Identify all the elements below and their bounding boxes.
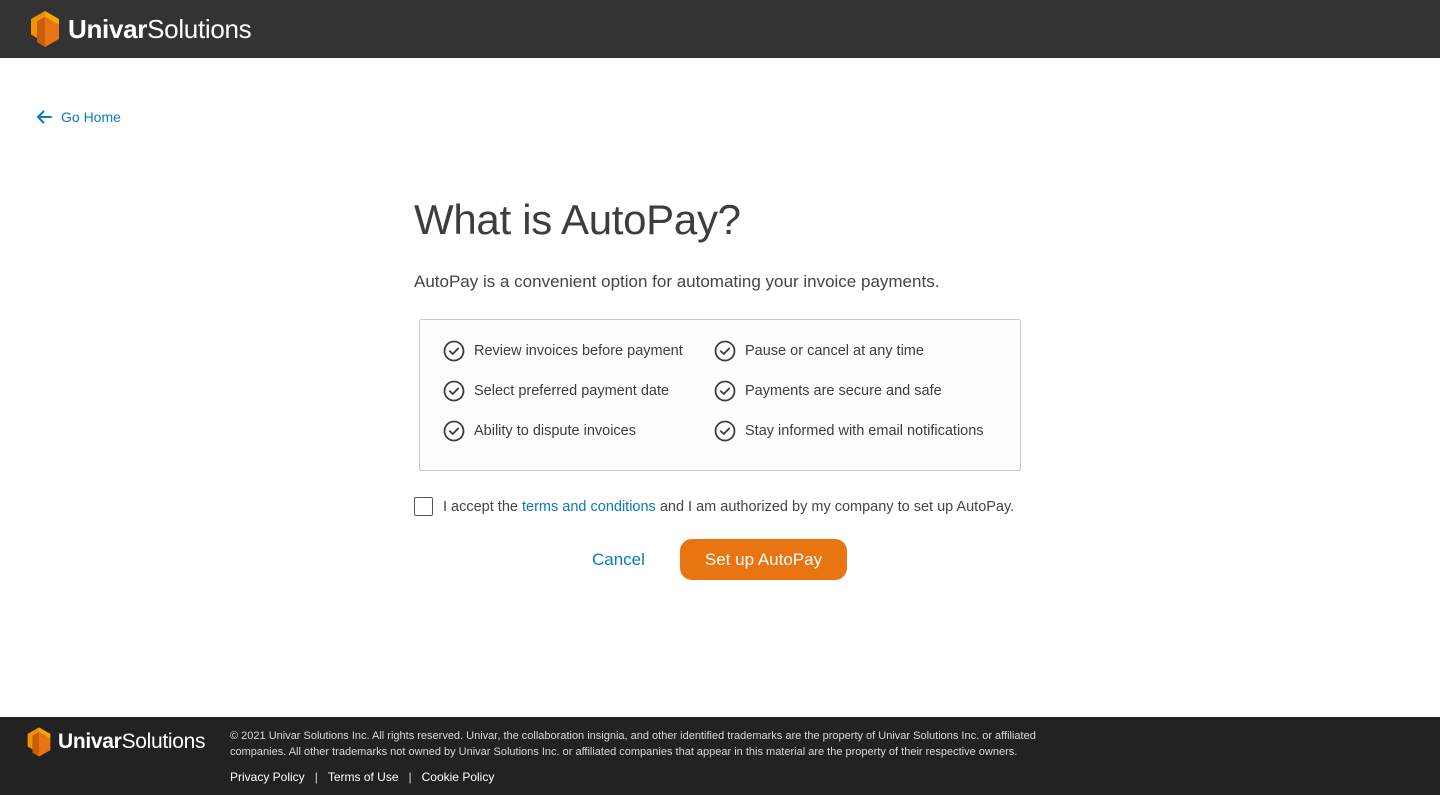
footer-logo-wordmark: UnivarSolutions	[58, 730, 206, 753]
page-title: What is AutoPay?	[414, 196, 741, 243]
check-circle-icon	[714, 380, 736, 402]
accept-terms-checkbox[interactable]	[414, 497, 433, 516]
check-circle-icon	[443, 340, 465, 362]
benefit-item: Review invoices before payment	[443, 340, 714, 362]
univar-logo[interactable]: UnivarSolutions	[29, 11, 252, 47]
benefit-label: Pause or cancel at any time	[745, 343, 924, 359]
go-home-label: Go Home	[61, 109, 121, 125]
benefits-grid: Review invoices before payment Pause or c…	[443, 340, 1020, 442]
privacy-policy-link[interactable]: Privacy Policy	[230, 770, 305, 784]
benefit-item: Stay informed with email notifications	[714, 420, 1004, 442]
benefit-label: Payments are secure and safe	[745, 383, 942, 399]
benefit-label: Stay informed with email notifications	[745, 423, 984, 439]
check-circle-icon	[714, 340, 736, 362]
accept-terms-prefix: I accept the	[443, 498, 522, 515]
univar-cube-logo-icon	[27, 727, 51, 757]
page-subtitle: AutoPay is a convenient option for autom…	[414, 272, 940, 291]
benefit-item: Ability to dispute invoices	[443, 420, 714, 442]
check-circle-icon	[714, 420, 736, 442]
footer-univar-logo[interactable]: UnivarSolutions	[26, 727, 206, 757]
go-home-link[interactable]: Go Home	[35, 108, 121, 126]
check-circle-icon	[443, 420, 465, 442]
autopay-info: What is AutoPay? AutoPay is a convenient…	[414, 195, 1034, 580]
benefit-label: Review invoices before payment	[474, 343, 683, 359]
legal-line-2: companies. All other trademarks not owne…	[230, 746, 1018, 758]
accept-terms-suffix: and I am authorized by my company to set…	[655, 498, 1015, 515]
benefit-label: Ability to dispute invoices	[474, 423, 636, 439]
benefit-item: Select preferred payment date	[443, 380, 714, 402]
legal-line-1: © 2021 Univar Solutions Inc. All rights …	[230, 730, 1036, 742]
top-header: UnivarSolutions	[0, 0, 1440, 58]
benefit-item: Pause or cancel at any time	[714, 340, 1004, 362]
check-circle-icon	[443, 380, 465, 402]
footer-separator: |	[408, 770, 412, 784]
footer-links: Privacy Policy | Terms of Use | Cookie P…	[230, 770, 494, 784]
logo-wordmark: UnivarSolutions	[68, 13, 252, 44]
terms-of-use-link[interactable]: Terms of Use	[328, 770, 399, 784]
accept-terms-row: I accept the terms and conditions and I …	[414, 497, 1014, 516]
terms-and-conditions-link[interactable]: terms and conditions	[522, 499, 656, 515]
footer-separator: |	[314, 770, 318, 784]
action-buttons: Cancel Set up AutoPay	[414, 539, 1034, 580]
univar-cube-logo-icon	[31, 11, 59, 47]
cookie-policy-link[interactable]: Cookie Policy	[422, 770, 495, 784]
benefit-item: Payments are secure and safe	[714, 380, 1004, 402]
benefit-label: Select preferred payment date	[474, 383, 670, 399]
arrow-left-icon	[37, 110, 52, 124]
cancel-button[interactable]: Cancel	[592, 539, 645, 580]
page-footer: UnivarSolutions © 2021 Univar Solutions …	[0, 717, 1440, 795]
set-up-autopay-button[interactable]: Set up AutoPay	[680, 539, 847, 580]
benefits-box: Review invoices before payment Pause or c…	[419, 319, 1021, 471]
legal-text: © 2021 Univar Solutions Inc. All rights …	[230, 728, 1090, 760]
